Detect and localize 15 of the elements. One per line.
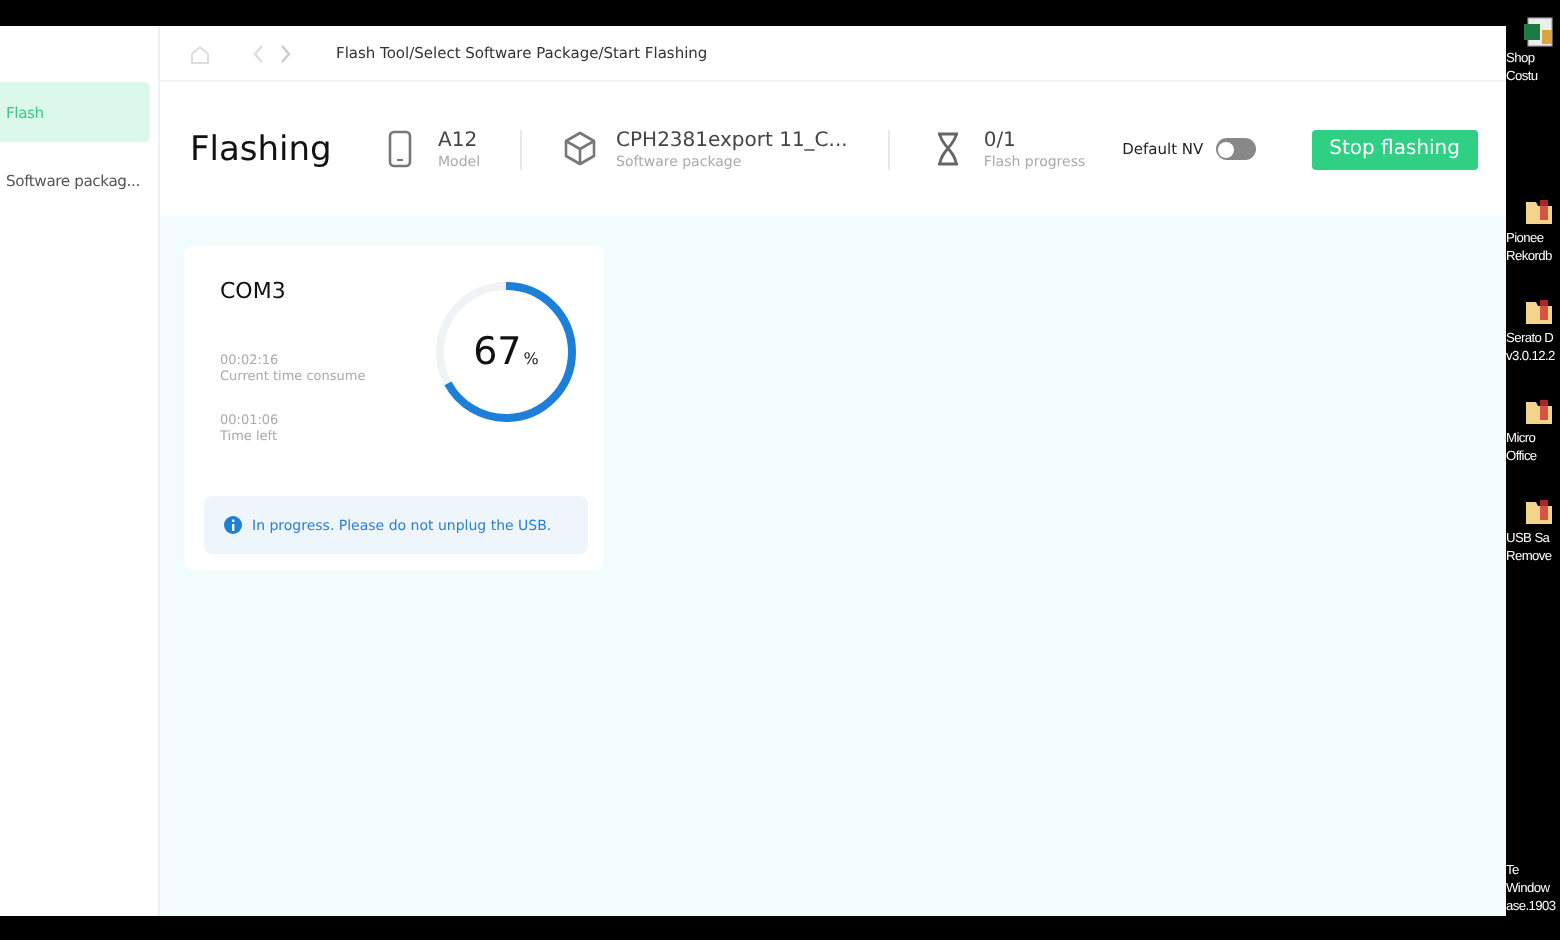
page-title: Flashing: [190, 129, 334, 169]
percent-value: 67: [473, 330, 522, 374]
folder-icon[interactable]: [1522, 196, 1554, 228]
spreadsheet-icon[interactable]: [1522, 16, 1554, 48]
cube-icon: [562, 130, 599, 168]
folder-icon[interactable]: [1522, 296, 1554, 328]
stat-value: A12: [438, 129, 480, 151]
stat-value: CPH2381export 11_C...: [616, 129, 848, 151]
folder-icon[interactable]: [1522, 496, 1554, 528]
info-icon: [224, 516, 242, 534]
port-name: COM3: [220, 278, 288, 304]
stat-value: 0/1: [983, 129, 1018, 151]
percent-unit: %: [523, 350, 539, 368]
folder-icon[interactable]: [1522, 396, 1554, 428]
toggle-switch[interactable]: [1215, 138, 1256, 160]
